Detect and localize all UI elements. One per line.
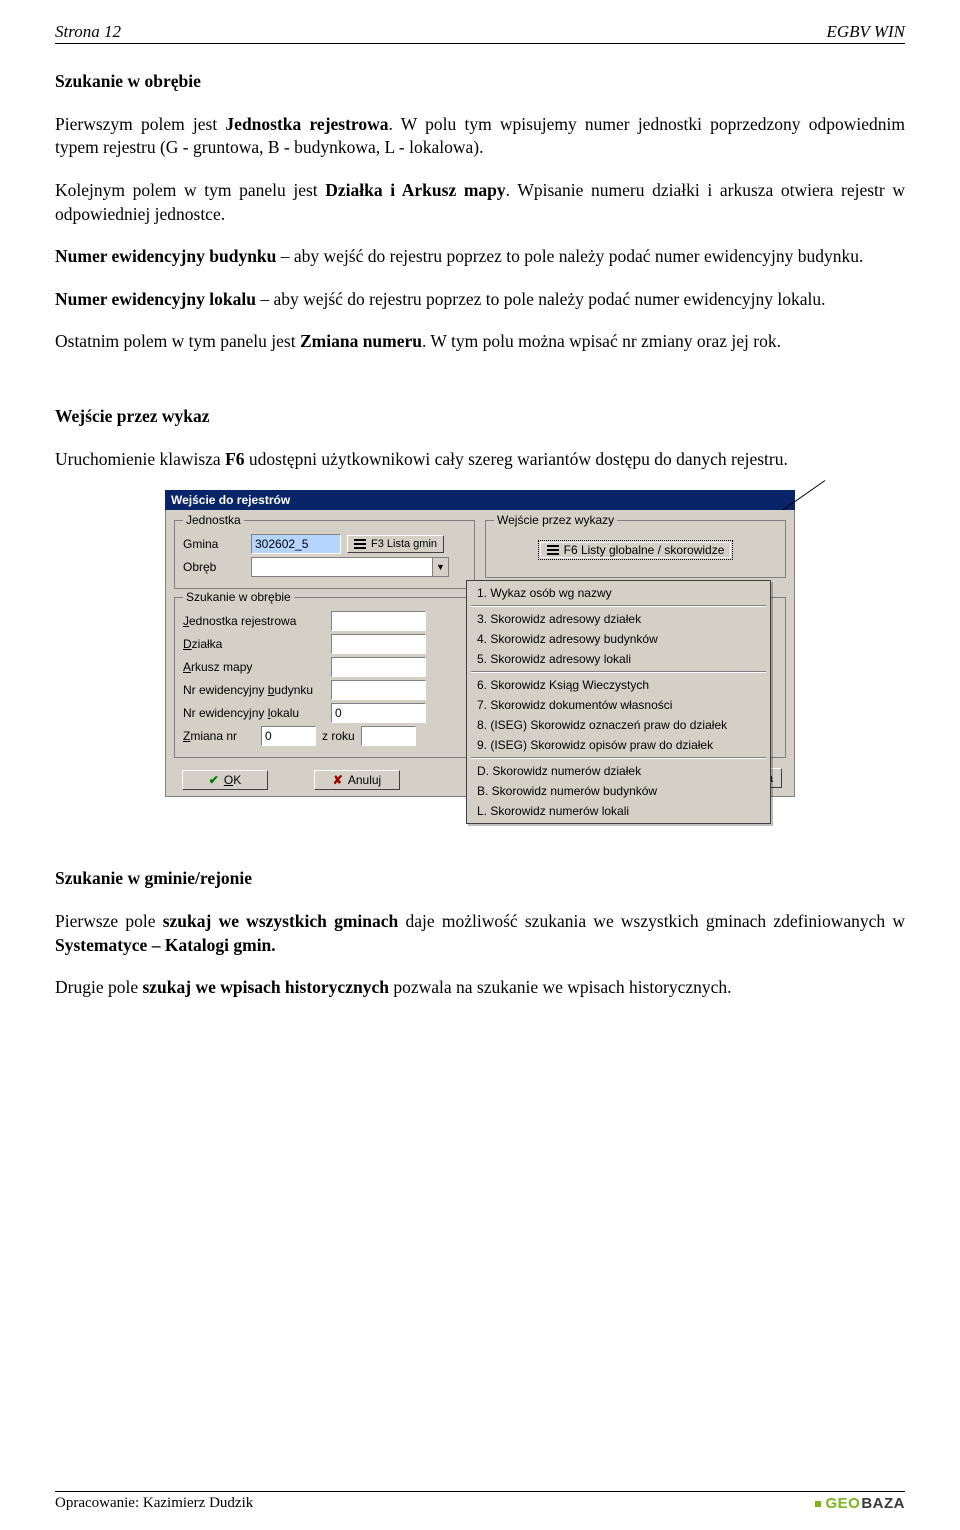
menu-item[interactable]: 3. Skorowidz adresowy działek xyxy=(467,609,770,629)
list-icon xyxy=(547,545,559,555)
input-lokal[interactable] xyxy=(331,703,426,723)
ok-button[interactable]: ✔ OK xyxy=(182,770,268,790)
heading-wejscie: Wejście przez wykaz xyxy=(55,406,210,426)
para-11: Drugie pole szukaj we wpisach historyczn… xyxy=(55,976,905,1000)
btn-f3-lista[interactable]: F3 Lista gmin xyxy=(347,535,444,553)
para-2: Pierwszym polem jest Jednostka rejestrow… xyxy=(55,113,905,160)
label-obreb: Obręb xyxy=(183,560,245,574)
para-4: Numer ewidencyjny budynku – aby wejść do… xyxy=(55,245,905,269)
menu-item[interactable]: 6. Skorowidz Ksiąg Wieczystych xyxy=(467,675,770,695)
para-8: Uruchomienie klawisza F6 udostępni użytk… xyxy=(55,448,905,472)
menu-item[interactable]: D. Skorowidz numerów działek xyxy=(467,761,770,781)
menu-separator xyxy=(471,605,766,607)
group-jednostka: Jednostka Gmina F3 Lista gmin Obręb xyxy=(174,520,475,589)
input-jr[interactable] xyxy=(331,611,426,631)
obreb-dropdown[interactable]: ▼ xyxy=(251,557,449,577)
check-icon: ✔ xyxy=(209,773,219,787)
btn-f6-listy[interactable]: F6 Listy globalne / skorowidze xyxy=(538,540,734,560)
para-5: Numer ewidencyjny lokalu – aby wejść do … xyxy=(55,288,905,312)
heading-szukanie: Szukanie w obrębie xyxy=(55,71,201,91)
menu-item[interactable]: 5. Skorowidz adresowy lokali xyxy=(467,649,770,669)
input-arkusz[interactable] xyxy=(331,657,426,677)
label-arkusz: Arkusz mapy xyxy=(183,660,325,674)
para-6: Ostatnim polem w tym panelu jest Zmiana … xyxy=(55,330,905,354)
header-right: EGBV WIN xyxy=(826,22,905,42)
menu-item[interactable]: L. Skorowidz numerów lokali xyxy=(467,801,770,821)
menu-item[interactable]: B. Skorowidz numerów budynków xyxy=(467,781,770,801)
menu-item[interactable]: 4. Skorowidz adresowy budynków xyxy=(467,629,770,649)
label-gmina: Gmina xyxy=(183,537,245,551)
label-lokal: Nr ewidencyjny lokalu xyxy=(183,706,325,720)
menu-separator xyxy=(471,757,766,759)
para-3: Kolejnym polem w tym panelu jest Działka… xyxy=(55,179,905,226)
group-wykazy: Wejście przez wykazy F6 Listy globalne /… xyxy=(485,520,786,578)
list-icon xyxy=(354,539,366,549)
dialog-screenshot: Wejście do rejestrów Jednostka Gmina F3 … xyxy=(165,490,795,797)
close-icon: ✘ xyxy=(333,773,343,787)
footer-author: Opracowanie: Kazimierz Dudzik xyxy=(55,1495,253,1512)
page-footer: Opracowanie: Kazimierz Dudzik GEOBAZA xyxy=(55,1491,905,1512)
heading-gmina-rejon: Szukanie w gminie/rejonie xyxy=(55,868,252,888)
input-budynek[interactable] xyxy=(331,680,426,700)
dialog-titlebar: Wejście do rejestrów xyxy=(165,490,795,510)
menu-separator xyxy=(471,671,766,673)
menu-item[interactable]: 1. Wykaz osób wg nazwy xyxy=(467,583,770,603)
chevron-down-icon: ▼ xyxy=(432,558,448,576)
menu-item[interactable]: 9. (ISEG) Skorowidz opisów praw do dział… xyxy=(467,735,770,755)
label-budynek: Nr ewidencyjny budynku xyxy=(183,683,325,697)
para-10: Pierwsze pole szukaj we wszystkich gmina… xyxy=(55,910,905,957)
menu-item[interactable]: 7. Skorowidz dokumentów własności xyxy=(467,695,770,715)
input-zroku[interactable] xyxy=(361,726,416,746)
label-dzialka: Działka xyxy=(183,637,325,651)
input-zmiana-nr[interactable] xyxy=(261,726,316,746)
label-zmiana: Zmiana nr xyxy=(183,729,255,743)
context-menu: 1. Wykaz osób wg nazwy 3. Skorowidz adre… xyxy=(466,580,771,824)
header-left: Strona 12 xyxy=(55,22,121,42)
geobaza-logo: GEOBAZA xyxy=(815,1495,905,1512)
page-header: Strona 12 EGBV WIN xyxy=(55,22,905,44)
label-zroku: z roku xyxy=(322,729,355,743)
menu-item[interactable]: 8. (ISEG) Skorowidz oznaczeń praw do dzi… xyxy=(467,715,770,735)
cancel-button[interactable]: ✘ Anuluj xyxy=(314,770,400,790)
input-dzialka[interactable] xyxy=(331,634,426,654)
label-jednostka-rej: Jednostka rejestrowa xyxy=(183,614,325,628)
gmina-input[interactable] xyxy=(251,534,341,554)
